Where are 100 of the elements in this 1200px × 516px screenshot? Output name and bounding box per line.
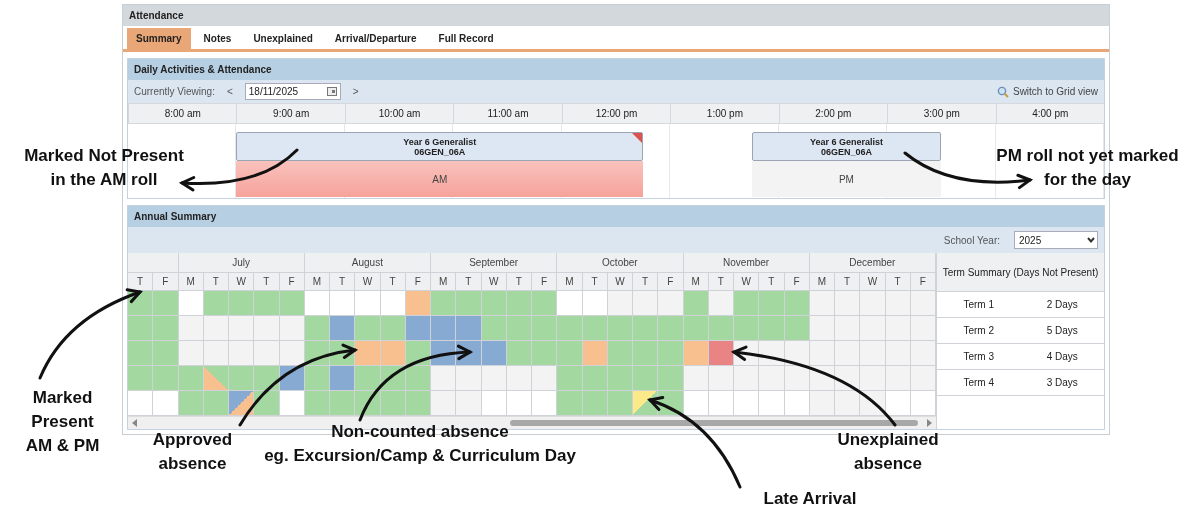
weekday-label: F <box>910 273 936 291</box>
day-cell <box>153 341 179 366</box>
weekday-label: M <box>431 273 457 291</box>
class-code: 06GEN_06A <box>413 146 467 157</box>
day-cell <box>557 341 583 366</box>
scroll-thumb[interactable] <box>510 420 918 426</box>
day-cell <box>633 291 659 316</box>
day-cell <box>784 391 810 416</box>
annotation-text: Unexplained absence <box>836 429 940 475</box>
day-cell <box>405 291 431 316</box>
month-label: July <box>178 253 305 273</box>
day-cell <box>229 341 255 366</box>
day-cell <box>304 316 330 341</box>
day-cell <box>279 291 305 316</box>
day-cell <box>506 366 532 391</box>
hour-label: 2:00 pm <box>778 104 888 123</box>
day-cell <box>506 316 532 341</box>
year-label: School Year: <box>943 234 1000 246</box>
class-block[interactable]: Year 6 Generalist 06GEN_06A <box>751 132 942 161</box>
term-days: 5 Days <box>1020 325 1104 336</box>
day-cell <box>683 341 709 366</box>
weekday-label: T <box>885 273 911 291</box>
tab[interactable]: Arrival/Departure <box>325 28 426 49</box>
weekday-label: M <box>809 273 835 291</box>
year-select[interactable]: 2025 <box>1014 231 1098 249</box>
day-cell <box>759 366 785 391</box>
day-cell <box>279 391 305 416</box>
day-cell <box>860 366 886 391</box>
day-cell <box>380 291 406 316</box>
day-cell <box>254 291 280 316</box>
section-title: Annual Summary <box>128 206 1104 227</box>
month-label: August <box>304 253 431 273</box>
class-title: Year 6 Generalist <box>808 136 884 147</box>
day-cell <box>809 391 835 416</box>
day-cell <box>658 366 684 391</box>
scroll-right-icon[interactable] <box>925 419 933 427</box>
calendar-icon[interactable] <box>326 87 337 96</box>
day-cell <box>835 391 861 416</box>
weekday-label: F <box>532 273 558 291</box>
day-cell <box>178 291 204 316</box>
day-cell <box>355 316 381 341</box>
day-cell <box>203 316 229 341</box>
day-cell <box>431 316 457 341</box>
day-cell <box>784 316 810 341</box>
day-cell <box>178 366 204 391</box>
section-title: Daily Activities & Attendance <box>128 59 1104 80</box>
tab[interactable]: Summary <box>127 28 191 49</box>
day-cell <box>304 366 330 391</box>
weekday-label: T <box>203 273 229 291</box>
panel-title: Attendance <box>123 5 1109 26</box>
day-cell <box>431 391 457 416</box>
next-day-button[interactable]: > <box>350 86 361 97</box>
day-cell <box>178 316 204 341</box>
date-field[interactable]: 18/11/2025 <box>244 83 341 100</box>
day-cell <box>203 341 229 366</box>
term-name: Term 2 <box>962 325 996 336</box>
weekday-label: M <box>557 273 583 291</box>
day-cell <box>405 366 431 391</box>
weekday-label: M <box>683 273 709 291</box>
day-cell <box>633 316 659 341</box>
day-cell <box>683 291 709 316</box>
day-cell <box>860 291 886 316</box>
grid-view-text[interactable]: Switch to Grid view <box>1012 86 1098 97</box>
day-cell <box>178 341 204 366</box>
term-days: 4 Days <box>1020 351 1104 362</box>
day-cell <box>229 391 255 416</box>
weekday-label: T <box>759 273 785 291</box>
weekday-label: T <box>330 273 356 291</box>
term-days: 2 Days <box>1020 299 1104 310</box>
tab[interactable]: Full Record <box>429 28 503 49</box>
month-label: December <box>809 253 936 273</box>
day-cell <box>708 366 734 391</box>
day-cell <box>734 291 760 316</box>
tab[interactable]: Unexplained <box>244 28 322 49</box>
day-cell <box>582 391 608 416</box>
hour-label: 3:00 pm <box>887 104 996 123</box>
day-cell <box>355 341 381 366</box>
day-cell <box>229 366 255 391</box>
day-cell <box>203 291 229 316</box>
scroll-left-icon[interactable] <box>131 419 139 427</box>
tab[interactable]: Notes <box>194 28 241 49</box>
hour-label: 9:00 am <box>236 104 345 123</box>
day-cell <box>582 366 608 391</box>
day-cell <box>658 316 684 341</box>
day-cell <box>683 316 709 341</box>
day-cell <box>380 316 406 341</box>
day-cell <box>279 316 305 341</box>
class-block[interactable]: Year 6 Generalist 06GEN_06A <box>236 132 644 161</box>
grid-view-link[interactable]: Switch to Grid view <box>996 85 1098 98</box>
weekday-label: F <box>153 273 179 291</box>
day-cell <box>532 316 558 341</box>
month-label: September <box>431 253 558 273</box>
class-code: 06GEN_06A <box>819 146 873 157</box>
day-cell <box>330 316 356 341</box>
day-cell <box>557 291 583 316</box>
hour-label: 12:00 pm <box>561 104 671 123</box>
viewing-label: Currently Viewing: <box>134 86 215 97</box>
day-cell <box>153 391 179 416</box>
previous-day-button[interactable]: < <box>224 86 235 97</box>
hour-label: 4:00 pm <box>995 104 1104 123</box>
